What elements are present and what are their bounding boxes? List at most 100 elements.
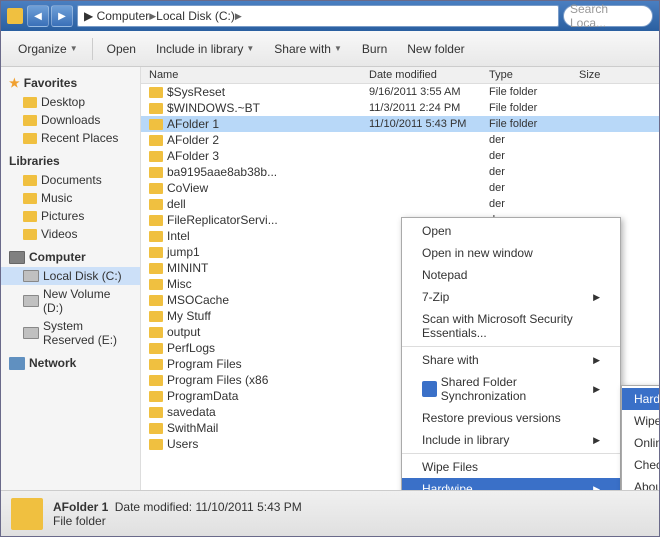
sub-context-menu-item[interactable]: Hardwipe Options (622, 388, 659, 410)
submenu-arrow-icon: ▶ (593, 384, 600, 395)
context-menu-item[interactable]: Include in library▶ (402, 429, 620, 451)
favorites-header: ★ Favorites (1, 73, 140, 93)
statusbar-filename: AFolder 1 (53, 500, 108, 514)
folder-icon (149, 87, 163, 98)
folder-icon (149, 135, 163, 146)
col-header-type[interactable]: Type (489, 69, 579, 81)
file-name-cell: ba9195aae8ab38b... (149, 165, 369, 179)
sub-context-menu-item[interactable]: Online Help (622, 432, 659, 454)
sidebar-item-videos[interactable]: Videos (1, 225, 140, 243)
file-name-cell: Program Files (x86 (149, 373, 369, 387)
new-folder-button[interactable]: New folder (398, 36, 473, 62)
file-name-cell: Misc (149, 277, 369, 291)
folder-icon (149, 263, 163, 274)
folder-icon (23, 193, 37, 204)
sidebar-drive-d[interactable]: New Volume (D:) (1, 285, 140, 317)
explorer-window: ◀ ▶ ▶ Computer ▶ Local Disk (C:) ▶ Searc… (0, 0, 660, 537)
sidebar-item-recent-places[interactable]: Recent Places (1, 129, 140, 147)
search-box[interactable]: Search Loca... (563, 5, 653, 27)
col-header-size[interactable]: Size (579, 69, 639, 81)
context-menu-item[interactable]: Hardwipe▶ (402, 478, 620, 490)
submenu-arrow-icon: ▶ (593, 435, 600, 446)
context-menu-item[interactable]: Restore previous versions (402, 407, 620, 429)
file-type-cell: der (489, 134, 579, 146)
table-row[interactable]: $SysReset 9/16/2011 3:55 AM File folder (141, 84, 659, 100)
folder-icon (23, 211, 37, 222)
address-drive: Local Disk (C:) (156, 9, 235, 23)
context-menu-item[interactable]: Wipe Files (402, 456, 620, 478)
context-menu-item[interactable]: Scan with Microsoft Security Essentials.… (402, 308, 620, 344)
address-computer: ▶ Computer (84, 9, 149, 23)
share-with-button[interactable]: Share with ▼ (265, 36, 351, 62)
drive-icon (23, 295, 39, 307)
include-arrow: ▼ (246, 44, 254, 53)
toolbar: Organize ▼ Open Include in library ▼ Sha… (1, 31, 659, 67)
network-section: Network (1, 353, 140, 373)
statusbar-text: AFolder 1 Date modified: 11/10/2011 5:43… (53, 500, 302, 528)
submenu-arrow-icon: ▶ (593, 355, 600, 366)
table-row[interactable]: dell der (141, 196, 659, 212)
col-header-name[interactable]: Name (149, 69, 369, 81)
back-button[interactable]: ◀ (27, 5, 49, 27)
folder-icon (23, 133, 37, 144)
sub-context-menu-item[interactable]: About Hardwipe (622, 476, 659, 490)
folder-icon (149, 215, 163, 226)
folder-icon (149, 423, 163, 434)
sub-context-menu[interactable]: Hardwipe OptionsWipe Windows SwapfileOnl… (621, 385, 659, 490)
context-menu-item[interactable]: Notepad (402, 264, 620, 286)
folder-icon (23, 97, 37, 108)
organize-button[interactable]: Organize ▼ (9, 36, 87, 62)
sidebar-item-downloads[interactable]: Downloads (1, 111, 140, 129)
file-name-cell: output (149, 325, 369, 339)
file-name-cell: CoView (149, 181, 369, 195)
favorites-section: ★ Favorites Desktop Downloads Recent Pla… (1, 73, 140, 147)
share-arrow: ▼ (334, 44, 342, 53)
include-library-button[interactable]: Include in library ▼ (147, 36, 263, 62)
network-header: Network (1, 353, 140, 373)
burn-button[interactable]: Burn (353, 36, 396, 62)
sidebar-drive-c[interactable]: Local Disk (C:) (1, 267, 140, 285)
folder-icon (149, 375, 163, 386)
file-type-cell: File folder (489, 118, 579, 130)
table-row[interactable]: AFolder 2 der (141, 132, 659, 148)
folder-icon (149, 391, 163, 402)
folder-icon (149, 343, 163, 354)
context-menu-item[interactable]: Open (402, 220, 620, 242)
titlebar: ◀ ▶ ▶ Computer ▶ Local Disk (C:) ▶ Searc… (1, 1, 659, 31)
computer-icon (9, 251, 25, 264)
file-date-cell: 11/3/2011 2:24 PM (369, 102, 489, 114)
col-header-date[interactable]: Date modified (369, 69, 489, 81)
sidebar-drive-e[interactable]: System Reserved (E:) (1, 317, 140, 349)
statusbar-icon (11, 498, 43, 530)
file-name-cell: AFolder 2 (149, 133, 369, 147)
context-menu-item[interactable]: Share with▶ (402, 349, 620, 371)
context-menu-item[interactable]: Open in new window (402, 242, 620, 264)
folder-icon (149, 199, 163, 210)
table-row[interactable]: ba9195aae8ab38b... der (141, 164, 659, 180)
sub-context-menu-item[interactable]: Check for Updates (622, 454, 659, 476)
context-menu-item[interactable]: 7-Zip▶ (402, 286, 620, 308)
forward-button[interactable]: ▶ (51, 5, 73, 27)
sidebar-item-documents[interactable]: Documents (1, 171, 140, 189)
file-name-cell: Program Files (149, 357, 369, 371)
context-menu-item[interactable]: Shared Folder Synchronization▶ (402, 371, 620, 407)
computer-section: Computer Local Disk (C:) New Volume (D:)… (1, 247, 140, 349)
sidebar-item-pictures[interactable]: Pictures (1, 207, 140, 225)
drive-icon (23, 327, 39, 339)
open-button[interactable]: Open (98, 36, 145, 62)
sub-context-menu-item[interactable]: Wipe Windows Swapfile (622, 410, 659, 432)
file-name-cell: My Stuff (149, 309, 369, 323)
context-menu[interactable]: OpenOpen in new windowNotepad7-Zip▶Scan … (401, 217, 621, 490)
folder-icon (149, 311, 163, 322)
table-row[interactable]: AFolder 3 der (141, 148, 659, 164)
table-row[interactable]: CoView der (141, 180, 659, 196)
file-type-cell: File folder (489, 86, 579, 98)
table-row[interactable]: AFolder 1 11/10/2011 5:43 PM File folder (141, 116, 659, 132)
table-row[interactable]: $WINDOWS.~BT 11/3/2011 2:24 PM File fold… (141, 100, 659, 116)
sidebar-item-desktop[interactable]: Desktop (1, 93, 140, 111)
file-type-cell: der (489, 182, 579, 194)
main-area: ★ Favorites Desktop Downloads Recent Pla… (1, 67, 659, 490)
address-bar[interactable]: ▶ Computer ▶ Local Disk (C:) ▶ (77, 5, 559, 27)
statusbar-type: File folder (53, 514, 106, 528)
sidebar-item-music[interactable]: Music (1, 189, 140, 207)
